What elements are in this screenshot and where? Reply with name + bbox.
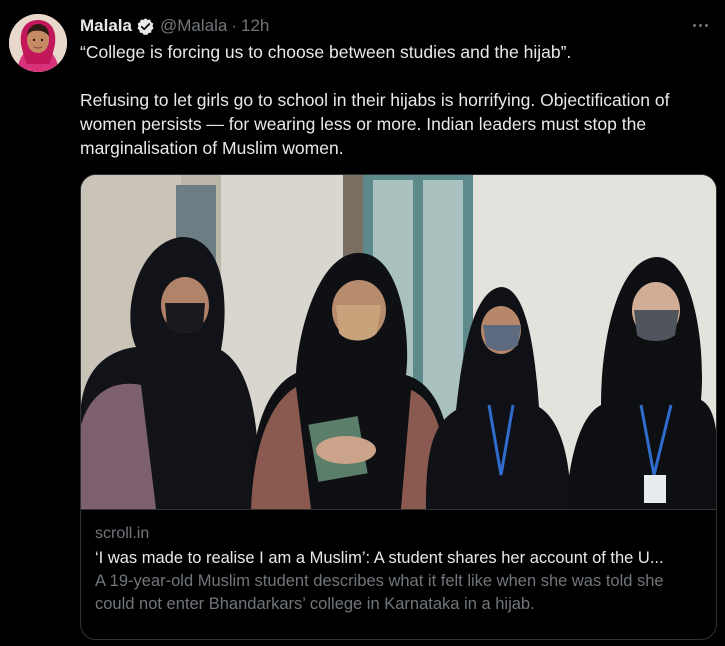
link-domain: scroll.in [95,525,150,542]
link-title: ‘I was made to realise I am a Muslim’: A… [95,549,664,567]
author-handle[interactable]: @Malala [160,16,227,36]
tweet-timestamp[interactable]: 12h [241,16,269,36]
tweet-text-paragraph: Refusing to let girls go to school in th… [80,90,670,158]
link-description: A 19-year-old Muslim student describes w… [95,572,664,613]
tweet-header: Malala @Malala · 12h [80,14,269,38]
tweet-text-paragraph: “College is forcing us to choose between… [80,42,572,62]
author-avatar[interactable] [9,14,67,72]
more-horizontal-icon[interactable] [687,14,713,36]
link-preview-body: scroll.in ‘I was made to realise I am a … [81,509,716,616]
verified-badge-icon [136,17,155,36]
header-separator: · [231,16,237,35]
tweet[interactable]: Malala @Malala · 12h “College is forcing… [0,0,725,646]
author-display-name[interactable]: Malala [80,16,132,36]
link-preview-image [81,175,716,509]
tweet-text: “College is forcing us to choose between… [80,40,710,160]
link-preview-card[interactable]: scroll.in ‘I was made to realise I am a … [80,174,717,640]
